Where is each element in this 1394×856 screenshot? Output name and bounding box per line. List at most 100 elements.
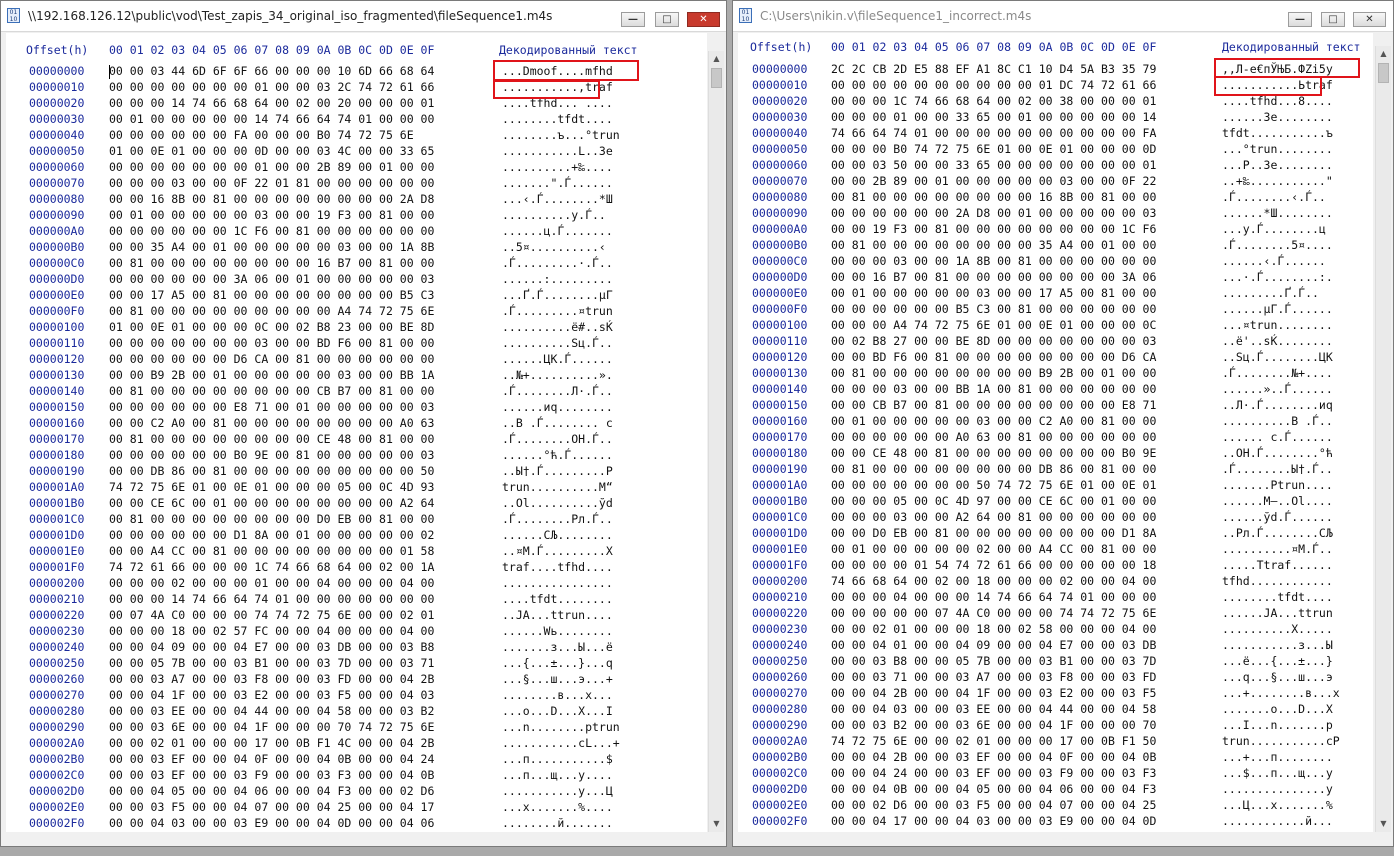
scroll-up-icon[interactable]: ▲ xyxy=(709,51,724,67)
hex-row[interactable]: 000002D0 00 00 04 0B 00 00 04 05 00 00 04… xyxy=(738,781,1373,797)
hex-row[interactable]: 000002C0 00 00 03 EF 00 00 03 F9 00 00 03… xyxy=(6,767,707,783)
row-decoded-text[interactable]: ...п...........$ xyxy=(502,751,613,767)
row-hex-bytes[interactable]: 00 00 CE 48 00 81 00 00 00 00 00 00 00 0… xyxy=(831,445,1156,461)
row-decoded-text[interactable]: ...........у...Ц xyxy=(502,783,613,799)
row-hex-bytes[interactable]: 00 00 00 14 74 66 68 64 00 02 00 20 00 0… xyxy=(109,95,434,111)
row-decoded-text[interactable]: .Ѓ........5¤.... xyxy=(1222,237,1333,253)
row-decoded-text[interactable]: ......ЦК.Ѓ...... xyxy=(502,351,613,367)
hex-row[interactable]: 00000100 01 00 0E 01 00 00 00 0C 00 02 B8… xyxy=(6,319,707,335)
row-hex-bytes[interactable]: 00 00 00 00 00 00 00 01 00 00 03 2C 74 7… xyxy=(109,79,434,95)
hex-row[interactable]: 000001E0 00 00 A4 CC 00 81 00 00 00 00 00… xyxy=(6,543,707,559)
row-decoded-text[interactable]: ......‹.Ѓ...... xyxy=(1222,253,1326,269)
row-decoded-text[interactable]: ...q...§...ш...э xyxy=(1222,669,1333,685)
row-hex-bytes[interactable]: 00 00 CB B7 00 81 00 00 00 00 00 00 00 0… xyxy=(831,397,1156,413)
hex-row[interactable]: 00000240 00 00 04 09 00 00 04 E7 00 00 03… xyxy=(6,639,707,655)
row-hex-bytes[interactable]: 74 66 64 74 01 00 00 00 00 00 00 00 00 0… xyxy=(831,125,1156,141)
hex-row[interactable]: 00000080 00 00 16 8B 00 81 00 00 00 00 00… xyxy=(6,191,707,207)
row-decoded-text[interactable]: ..+‰..........." xyxy=(1222,173,1333,189)
row-decoded-text[interactable]: ...{...±...}...q xyxy=(502,655,613,671)
row-decoded-text[interactable]: ...+...п........ xyxy=(1222,749,1333,765)
hex-row[interactable]: 00000230 00 00 02 01 00 00 00 18 00 02 58… xyxy=(738,621,1373,637)
row-decoded-text[interactable]: ...І...n.......p xyxy=(1222,717,1333,733)
row-decoded-text[interactable]: .....Ttraf...... xyxy=(1222,557,1333,573)
row-hex-bytes[interactable]: 00 00 00 04 00 00 00 14 74 66 64 74 01 0… xyxy=(831,589,1156,605)
hex-row[interactable]: 00000180 00 00 CE 48 00 81 00 00 00 00 00… xyxy=(738,445,1373,461)
row-hex-bytes[interactable]: 00 00 03 F5 00 00 04 07 00 00 04 25 00 0… xyxy=(109,799,434,815)
hex-row[interactable]: 00000160 00 01 00 00 00 00 00 03 00 00 C2… xyxy=(738,413,1373,429)
row-hex-bytes[interactable]: 00 00 00 05 00 0C 4D 97 00 00 CE 6C 00 0… xyxy=(831,493,1156,509)
row-decoded-text[interactable]: .......о...D...X xyxy=(1222,701,1333,717)
row-decoded-text[interactable]: ...P..3e........ xyxy=(1222,157,1333,173)
row-decoded-text[interactable]: ...о...D...X...І xyxy=(502,703,613,719)
hex-row[interactable]: 00000130 00 00 B9 2B 00 01 00 00 00 00 00… xyxy=(6,367,707,383)
row-decoded-text[interactable]: ......ц.Ѓ....... xyxy=(502,223,613,239)
hex-row[interactable]: 00000290 00 00 03 B2 00 00 03 6E 00 00 04… xyxy=(738,717,1373,733)
hex-row[interactable]: 00000180 00 00 00 00 00 00 B0 9E 00 81 00… xyxy=(6,447,707,463)
row-hex-bytes[interactable]: 00 00 04 01 00 00 04 09 00 00 04 E7 00 0… xyxy=(831,637,1156,653)
hex-row[interactable]: 00000290 00 00 03 6E 00 00 04 1F 00 00 00… xyxy=(6,719,707,735)
hex-row[interactable]: 000001E0 00 01 00 00 00 00 00 02 00 00 A4… xyxy=(738,541,1373,557)
hex-row[interactable]: 000001B0 00 00 00 05 00 0C 4D 97 00 00 CE… xyxy=(738,493,1373,509)
hex-row[interactable]: 00000230 00 00 00 18 00 02 57 FC 00 00 04… xyxy=(6,623,707,639)
row-decoded-text[interactable]: ..¤М.Ѓ.........X xyxy=(502,543,613,559)
row-decoded-text[interactable]: ...‹.Ѓ........*Ш xyxy=(502,191,613,207)
row-hex-bytes[interactable]: 00 00 17 A5 00 81 00 00 00 00 00 00 00 0… xyxy=(109,287,434,303)
row-decoded-text[interactable]: ..Оl..........ўd xyxy=(502,495,613,511)
hex-row[interactable]: 00000280 00 00 04 03 00 00 03 EE 00 00 04… xyxy=(738,701,1373,717)
row-hex-bytes[interactable]: 00 01 00 00 00 00 00 02 00 00 A4 CC 00 8… xyxy=(831,541,1156,557)
row-decoded-text[interactable]: ...$...п...щ...у xyxy=(1222,765,1333,781)
maximize-button[interactable]: □ xyxy=(1321,12,1345,27)
hex-row[interactable]: 00000120 00 00 BD F6 00 81 00 00 00 00 00… xyxy=(738,349,1373,365)
row-hex-bytes[interactable]: 74 72 75 6E 00 00 02 01 00 00 00 17 00 0… xyxy=(831,733,1156,749)
minimize-button[interactable]: — xyxy=(621,12,645,27)
row-decoded-text[interactable]: ..Рл.Ѓ........СЉ xyxy=(1222,525,1333,541)
row-hex-bytes[interactable]: 00 00 00 00 00 00 A0 63 00 81 00 00 00 0… xyxy=(831,429,1156,445)
row-decoded-text[interactable]: ..........В .Ѓ.. xyxy=(1222,413,1333,429)
row-decoded-text[interactable]: ........й....... xyxy=(502,815,613,831)
row-hex-bytes[interactable]: 00 00 00 03 00 00 0F 22 01 81 00 00 00 0… xyxy=(109,175,434,191)
row-hex-bytes[interactable]: 00 81 00 00 00 00 00 00 00 00 35 A4 00 0… xyxy=(831,237,1156,253)
hex-window-original[interactable]: 01 10 \\192.168.126.12\public\vod\Test_za… xyxy=(0,0,727,847)
row-decoded-text[interactable]: .Ѓ.........·.Ѓ.. xyxy=(502,255,613,271)
row-hex-bytes[interactable]: 00 00 04 24 00 00 03 EF 00 00 03 F9 00 0… xyxy=(831,765,1156,781)
row-decoded-text[interactable]: .......".Ѓ...... xyxy=(502,175,613,191)
row-decoded-text[interactable]: ...Ц...х.......% xyxy=(1222,797,1333,813)
scroll-thumb[interactable] xyxy=(1378,63,1389,83)
hex-window-incorrect[interactable]: 01 10 C:\Users\nikin.v\fileSequence1_inco… xyxy=(732,0,1394,847)
row-decoded-text[interactable]: ..........Sц.Ѓ.. xyxy=(502,335,613,351)
row-decoded-text[interactable]: .......ц.......М xyxy=(1222,829,1333,832)
row-hex-bytes[interactable]: 00 01 00 00 00 00 00 03 00 00 19 F3 00 8… xyxy=(109,207,434,223)
row-decoded-text[interactable]: ...n........ptrun xyxy=(502,719,620,735)
vertical-scrollbar[interactable]: ▲ ▼ xyxy=(1375,46,1391,832)
row-decoded-text[interactable]: ......°ћ.Ѓ...... xyxy=(502,447,613,463)
row-decoded-text[interactable]: ...............у xyxy=(1222,781,1333,797)
hex-row[interactable]: 00000170 00 00 00 00 00 00 A0 63 00 81 00… xyxy=(738,429,1373,445)
row-decoded-text[interactable]: ......Wь........ xyxy=(502,623,613,639)
hex-row[interactable]: 00000200 00 00 00 02 00 00 00 01 00 00 04… xyxy=(6,575,707,591)
row-hex-bytes[interactable]: 00 00 04 0B 00 00 04 05 00 00 04 06 00 0… xyxy=(831,781,1156,797)
row-decoded-text[interactable]: ...Ґ.Ѓ........µГ xyxy=(502,287,613,303)
hex-row[interactable]: 00000170 00 81 00 00 00 00 00 00 00 00 CE… xyxy=(6,431,707,447)
hex-row[interactable]: 00000090 00 00 00 00 00 00 2A D8 00 01 00… xyxy=(738,205,1373,221)
row-decoded-text[interactable]: ..В .Ѓ........ c xyxy=(502,415,613,431)
hex-row[interactable]: 000000C0 00 00 00 03 00 00 1A 8B 00 81 00… xyxy=(738,253,1373,269)
row-decoded-text[interactable]: ...+........в...х xyxy=(1222,685,1340,701)
hex-row[interactable]: 00000020 00 00 00 14 74 66 68 64 00 02 00… xyxy=(6,95,707,111)
row-hex-bytes[interactable]: 00 00 03 B2 00 00 03 6E 00 00 04 1F 00 0… xyxy=(831,717,1156,733)
hex-row[interactable]: 000001B0 00 00 CE 6C 00 01 00 00 00 00 00… xyxy=(6,495,707,511)
row-decoded-text[interactable]: .......Ptrun.... xyxy=(1222,477,1333,493)
hex-row[interactable]: 00000280 00 00 03 EE 00 00 04 44 00 00 04… xyxy=(6,703,707,719)
hex-row[interactable]: 00000300 00 00 04 06 00 00 03 F6 00 00 04… xyxy=(738,829,1373,832)
row-decoded-text[interactable]: ..........ё#..sЌ xyxy=(502,319,613,335)
row-hex-bytes[interactable]: 00 00 00 00 00 00 D1 8A 00 01 00 00 00 0… xyxy=(109,527,434,543)
row-decoded-text[interactable]: ............й... xyxy=(1222,813,1333,829)
minimize-button[interactable]: — xyxy=(1288,12,1312,27)
hex-row[interactable]: 00000260 00 00 03 71 00 00 03 A7 00 00 03… xyxy=(738,669,1373,685)
hex-row[interactable]: 00000030 00 00 00 01 00 00 33 65 00 01 00… xyxy=(738,109,1373,125)
row-hex-bytes[interactable]: 00 00 16 B7 00 81 00 00 00 00 00 00 00 0… xyxy=(831,269,1156,285)
row-hex-bytes[interactable]: 00 81 00 00 00 00 00 00 00 00 00 A4 74 7… xyxy=(109,303,434,319)
row-decoded-text[interactable]: ..5¤..........‹ xyxy=(502,239,606,255)
hex-row[interactable]: 00000060 00 00 00 00 00 00 00 01 00 00 2B… xyxy=(6,159,707,175)
row-hex-bytes[interactable]: 00 00 00 1C 74 66 68 64 00 02 00 38 00 0… xyxy=(831,93,1156,109)
row-hex-bytes[interactable]: 00 07 4A C0 00 00 00 74 74 72 75 6E 00 0… xyxy=(109,607,434,623)
